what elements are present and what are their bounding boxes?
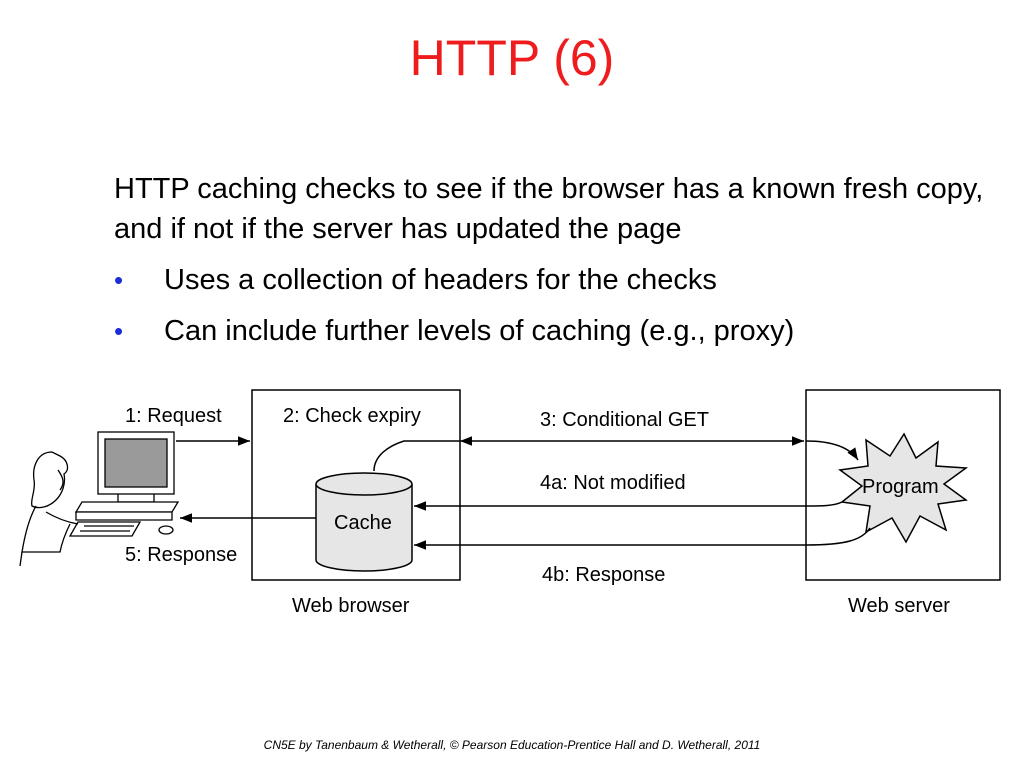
bullet-icon: • (114, 265, 124, 295)
label-request: 1: Request (125, 405, 222, 427)
label-not-modified: 4a: Not modified (540, 472, 686, 494)
program-in-arrow (805, 440, 859, 461)
intro-text: HTTP caching checks to see if the browse… (114, 173, 984, 245)
label-response-4b: 4b: Response (542, 564, 665, 586)
label-web-server: Web server (848, 595, 950, 617)
label-response-5: 5: Response (125, 544, 237, 566)
response-4b-link (805, 527, 871, 546)
copyright-footer: CN5E by Tanenbaum & Wetherall, © Pearson… (263, 738, 761, 752)
label-web-browser: Web browser (292, 595, 410, 617)
bullet-icon: • (114, 316, 124, 346)
bullet-text: Can include further levels of caching (e… (164, 315, 795, 347)
label-check-expiry: 2: Check expiry (283, 405, 421, 427)
label-cache: Cache (334, 512, 392, 534)
slide-title: HTTP (6) (409, 30, 615, 86)
not-modified-link (805, 501, 843, 507)
check-expiry-arrow (373, 440, 460, 472)
label-conditional-get: 3: Conditional GET (540, 409, 709, 431)
label-program: Program (862, 476, 939, 498)
bullet-text: Uses a collection of headers for the che… (164, 264, 717, 296)
http-caching-diagram: 1: Request 2: Check expiry 3: Conditiona… (19, 389, 1001, 617)
